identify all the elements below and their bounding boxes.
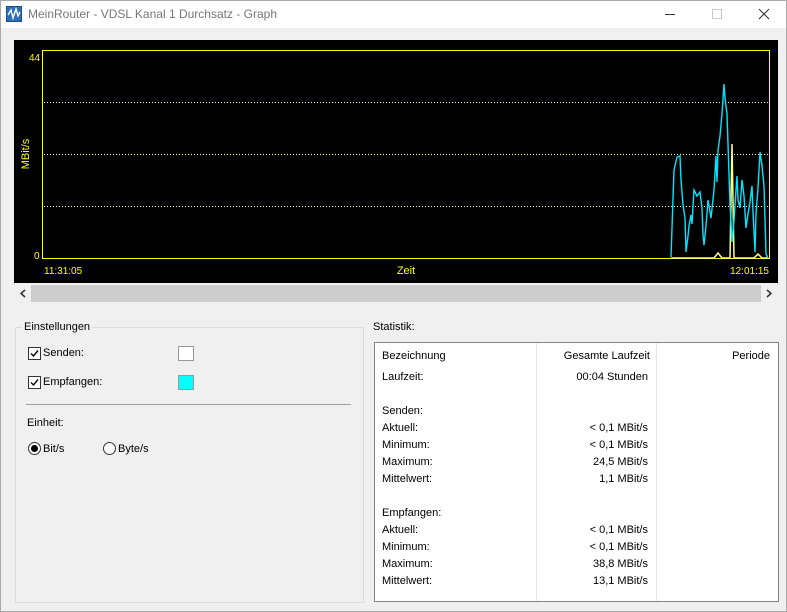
send-color-swatch[interactable]: [178, 346, 194, 361]
x-axis-label: Zeit: [397, 265, 415, 277]
table-row-label: Mittelwert:: [382, 473, 433, 485]
statistics-title: Statistik:: [373, 321, 415, 333]
unit-label: Einheit:: [27, 417, 64, 429]
table-row-total: < 0,1 MBit/s: [589, 541, 648, 553]
scroll-left-button[interactable]: [16, 287, 30, 300]
x-end-label: 12:01:15: [730, 266, 769, 277]
title-bar[interactable]: MeinRouter - VDSL Kanal 1 Durchsatz - Gr…: [1, 1, 786, 28]
radio-selected-dot: [31, 445, 38, 452]
table-row-label: Empfangen:: [382, 507, 442, 519]
table-row-total: 24,5 MBit/s: [592, 456, 648, 468]
table-row-label: Minimum:: [382, 439, 430, 451]
window-title: MeinRouter - VDSL Kanal 1 Durchsatz - Gr…: [28, 7, 277, 21]
table-row-label: Laufzeit:: [382, 371, 424, 383]
column-separator: [536, 343, 537, 601]
column-separator: [656, 343, 657, 601]
receive-series-line: [670, 83, 769, 259]
table-row-total: 1,1 MBit/s: [599, 473, 648, 485]
close-icon: [758, 8, 770, 20]
receive-checkbox-label[interactable]: Empfangen:: [43, 376, 102, 388]
table-row-total: 13,1 MBit/s: [592, 575, 648, 587]
maximize-icon: [712, 9, 722, 19]
unit-bytes-radio[interactable]: [103, 442, 116, 455]
x-start-label: 11:31:05: [44, 266, 83, 277]
table-row-label: Aktuell:: [382, 524, 419, 536]
y-axis-label: MBit/s: [20, 138, 32, 169]
header-label[interactable]: Bezeichnung: [382, 350, 446, 362]
table-row-total: 00:04 Stunden: [576, 371, 648, 383]
statistics-table[interactable]: Bezeichnung Gesamte Laufzeit Periode Lau…: [374, 342, 779, 602]
scroll-right-button[interactable]: [762, 287, 776, 300]
table-row-label: Minimum:: [382, 541, 430, 553]
maximize-button[interactable]: [693, 1, 739, 28]
chevron-right-icon: [766, 289, 773, 298]
receive-checkbox[interactable]: [28, 376, 41, 389]
table-row-total: < 0,1 MBit/s: [589, 422, 648, 434]
send-checkbox[interactable]: [28, 347, 41, 360]
y-max-label: 44: [29, 53, 41, 64]
graph-scrollbar[interactable]: [14, 285, 778, 302]
chevron-left-icon: [19, 289, 26, 298]
settings-groupbox: [15, 327, 364, 603]
table-row-total: < 0,1 MBit/s: [589, 439, 648, 451]
table-row-total: < 0,1 MBit/s: [589, 524, 648, 536]
app-icon[interactable]: [6, 6, 22, 22]
y-min-label: 0: [34, 251, 40, 262]
send-checkbox-label[interactable]: Senden:: [43, 347, 84, 359]
table-row-label: Senden:: [382, 405, 423, 417]
unit-bytes-label[interactable]: Byte/s: [118, 443, 149, 455]
header-total[interactable]: Gesamte Laufzeit: [540, 350, 650, 362]
header-period[interactable]: Periode: [660, 350, 770, 362]
checkmark-icon: [30, 379, 39, 387]
table-row-label: Mittelwert:: [382, 575, 433, 587]
receive-color-swatch[interactable]: [178, 375, 194, 390]
table-row-label: Maximum:: [382, 558, 433, 570]
minimize-button[interactable]: [647, 1, 693, 28]
scroll-thumb[interactable]: [31, 285, 761, 302]
table-row-total: 38,8 MBit/s: [592, 558, 648, 570]
close-button[interactable]: [740, 1, 786, 28]
minimize-icon: [665, 14, 675, 15]
unit-bits-radio[interactable]: [28, 442, 41, 455]
unit-bits-label[interactable]: Bit/s: [43, 443, 64, 455]
table-row-label: Maximum:: [382, 456, 433, 468]
settings-divider: [26, 404, 351, 405]
throughput-graph: 44 0 MBit/s 11:31:05 Zeit 12:01:15: [14, 40, 778, 283]
main-window: MeinRouter - VDSL Kanal 1 Durchsatz - Gr…: [0, 0, 787, 612]
table-row-label: Aktuell:: [382, 422, 419, 434]
checkmark-icon: [30, 350, 39, 358]
settings-group-title: Einstellungen: [22, 321, 93, 333]
